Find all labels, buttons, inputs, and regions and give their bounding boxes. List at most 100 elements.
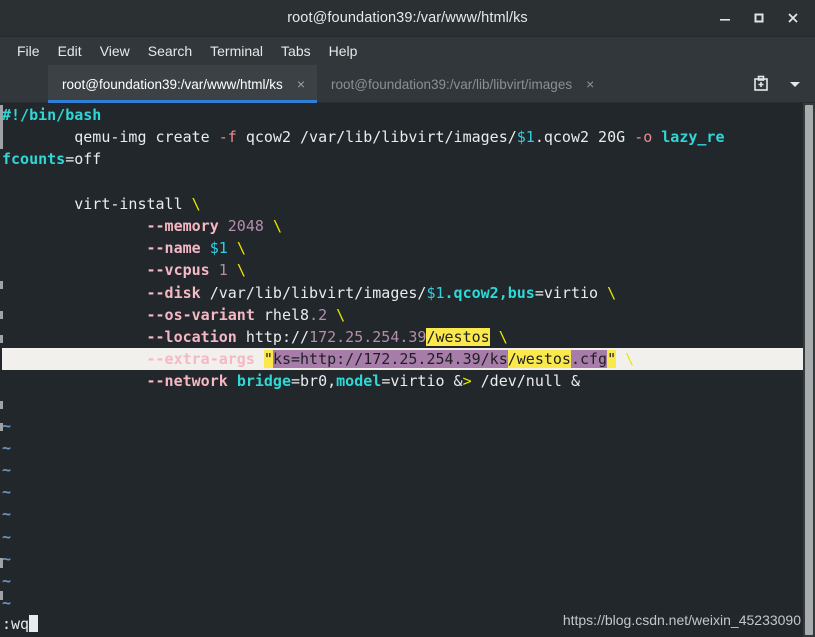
maximize-icon[interactable]: [743, 4, 775, 32]
menu-item-search[interactable]: Search: [139, 40, 201, 62]
tab-close-icon[interactable]: ×: [586, 77, 594, 91]
terminal-line: --memory 2048 \: [2, 215, 803, 237]
menu-bar: File Edit View Search Terminal Tabs Help: [0, 37, 815, 65]
search-match-westos: /westos: [426, 327, 490, 346]
tab-libvirt-images[interactable]: root@foundation39:/var/lib/libvirt/image…: [317, 65, 606, 103]
terminal-line: virt-install \: [2, 193, 803, 215]
terminal-empty-line: ~: [2, 548, 803, 570]
token-opt-network: --network: [146, 372, 228, 391]
terminal-empty-line: ~: [2, 570, 803, 592]
tilde-marker: ~: [2, 571, 12, 590]
token-val-2048: 2048: [227, 216, 264, 235]
menu-item-view[interactable]: View: [91, 40, 139, 62]
token-disk-suffix: .qcow2,bus: [444, 283, 535, 302]
minimize-icon[interactable]: [709, 4, 741, 32]
token-backslash: \: [498, 327, 508, 346]
vim-command-line: :wq: [0, 613, 39, 635]
menu-item-terminal[interactable]: Terminal: [201, 40, 272, 62]
token-fcounts: fcounts: [2, 150, 66, 169]
terminal-empty-line: ~: [2, 415, 803, 437]
token-lazy-re: lazy_re: [661, 128, 725, 147]
tab-label: root@foundation39:/var/lib/libvirt/image…: [331, 76, 573, 92]
token-opt-location: --location: [146, 327, 237, 346]
token-opt-vcpus: --vcpus: [146, 261, 210, 280]
close-icon[interactable]: [777, 4, 809, 32]
terminal-body[interactable]: #!/bin/bash qemu-img create -f qcow2 /va…: [0, 103, 815, 637]
terminal-empty-line: ~: [2, 437, 803, 459]
token-opt-os-variant: --os-variant: [146, 305, 255, 324]
new-tab-icon[interactable]: [749, 72, 773, 96]
vim-command-text: :wq: [2, 614, 30, 633]
terminal-text: #!/bin/bash qemu-img create -f qcow2 /va…: [0, 104, 803, 637]
menu-item-edit[interactable]: Edit: [49, 40, 91, 62]
token-bridge: bridge: [236, 372, 291, 391]
terminal-line: qemu-img create -f qcow2 /var/lib/libvir…: [2, 126, 803, 148]
token-http-prefix: http://: [236, 327, 310, 346]
token-backslash: \: [191, 194, 201, 213]
terminal-empty-line: ~: [2, 459, 803, 481]
token-opt-disk: --disk: [146, 283, 201, 302]
window-title: root@foundation39:/var/www/html/ks: [287, 10, 528, 26]
tilde-marker: ~: [2, 416, 12, 435]
token-cfg: .cfg: [570, 350, 608, 369]
token-disk-path: /var/lib/libvirt/images/: [200, 283, 427, 302]
tab-bar: root@foundation39:/var/www/html/ks × roo…: [0, 65, 815, 103]
token-qcow2-size: .qcow2 20G: [534, 128, 635, 147]
menu-item-help[interactable]: Help: [320, 40, 367, 62]
token-backslash: \: [607, 283, 617, 302]
tilde-marker: ~: [2, 438, 12, 457]
tilde-marker: ~: [2, 461, 12, 479]
terminal-line: --disk /var/lib/libvirt/images/$1.qcow2,…: [2, 282, 803, 304]
terminal-line: --name $1 \: [2, 237, 803, 259]
terminal-line: --location http://172.25.254.39/westos \: [2, 326, 803, 348]
token-var1: $1: [516, 128, 535, 147]
token-rhel8: rhel8: [254, 305, 310, 324]
token-dot2: .2: [309, 305, 328, 324]
token-ip-addr: 172.25.254.39: [309, 327, 427, 346]
token-opt-name: --name: [146, 239, 201, 258]
terminal-window: root@foundation39:/var/www/html/ks File …: [0, 0, 815, 637]
terminal-line: --os-variant rhel8.2 \: [2, 304, 803, 326]
token-val-1: 1: [218, 261, 228, 280]
token-eq-virtio: =virtio: [534, 283, 599, 302]
menu-item-file[interactable]: File: [8, 40, 49, 62]
tab-html-ks[interactable]: root@foundation39:/var/www/html/ks ×: [48, 65, 317, 103]
terminal-empty-line: ~: [2, 526, 803, 548]
token-backslash: \: [236, 239, 246, 258]
scrollbar-thumb[interactable]: [805, 105, 813, 635]
token-eq-br0: =br0,: [291, 372, 337, 391]
token-opt-memory: --memory: [146, 216, 219, 235]
menu-item-tabs[interactable]: Tabs: [272, 40, 320, 62]
token-opt-o: -o: [634, 128, 653, 147]
token-var1: $1: [426, 283, 445, 302]
window-controls: [709, 0, 809, 36]
terminal-line: --vcpus 1 \: [2, 259, 803, 281]
token-shebang: #!/bin/bash: [2, 106, 102, 124]
tilde-marker: ~: [2, 505, 12, 524]
token-backslash: \: [336, 305, 346, 324]
tilde-marker: ~: [2, 549, 12, 568]
vertical-scrollbar[interactable]: [803, 103, 815, 637]
tilde-marker: ~: [2, 527, 12, 546]
tab-close-icon[interactable]: ×: [297, 77, 305, 91]
watermark: https://blog.csdn.net/weixin_45233090: [562, 611, 801, 628]
token-amp: &: [444, 372, 463, 391]
token-devnull: /dev/null &: [471, 372, 580, 391]
chevron-down-icon[interactable]: [783, 72, 807, 96]
